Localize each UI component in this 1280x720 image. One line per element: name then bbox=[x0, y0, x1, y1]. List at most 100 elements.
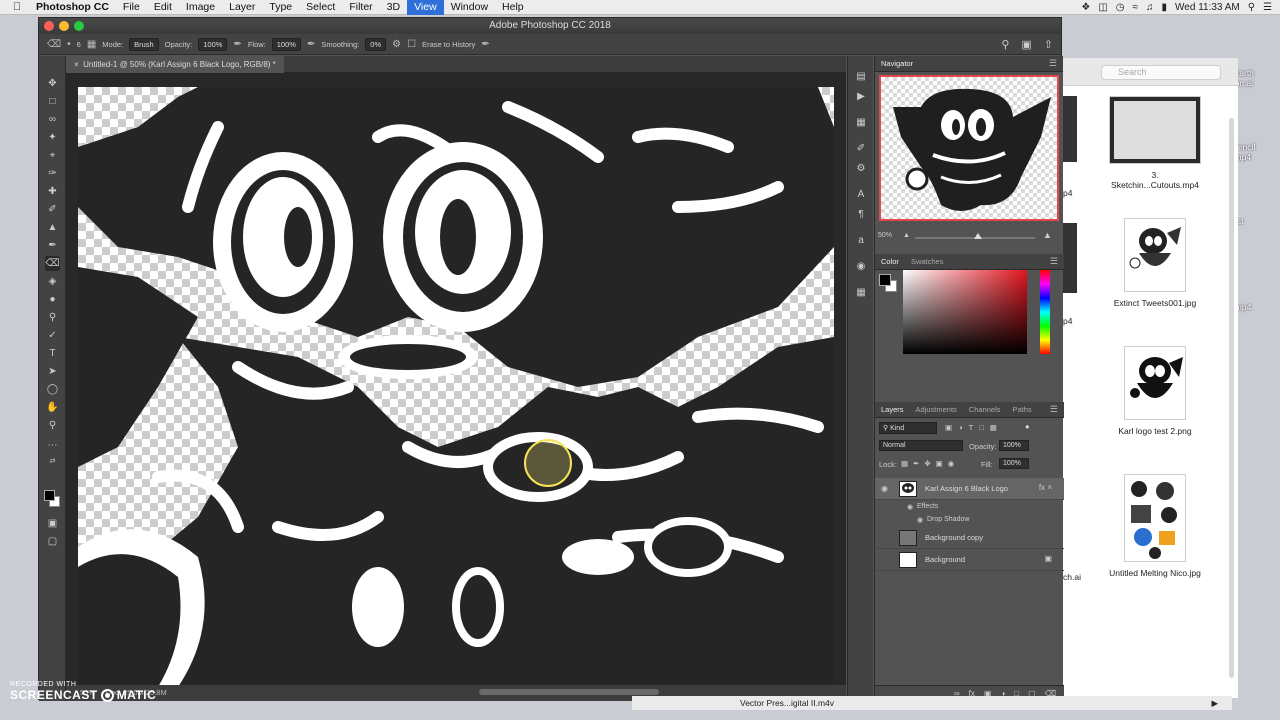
fill-input[interactable]: 100% bbox=[999, 458, 1029, 469]
eye-icon[interactable]: ◉ bbox=[881, 484, 888, 493]
history-panel-icon[interactable]: ▤ bbox=[854, 70, 868, 84]
menu-window[interactable]: Window bbox=[444, 1, 495, 13]
paragraph-panel-icon[interactable]: ¶ bbox=[854, 208, 868, 222]
menu-type[interactable]: Type bbox=[262, 1, 299, 13]
lock-icon[interactable]: ▣ bbox=[1044, 554, 1052, 563]
horizontal-scrollbar[interactable] bbox=[479, 689, 659, 695]
smoothing-settings-icon[interactable]: ⚙ bbox=[392, 39, 401, 50]
finder-scrollbar[interactable] bbox=[1229, 118, 1234, 678]
paint-bucket-tool-icon[interactable]: ◈ bbox=[45, 274, 60, 289]
layer-row[interactable]: Background ▣ bbox=[875, 549, 1064, 571]
eyedropper-tool-icon[interactable]: ✑ bbox=[45, 166, 60, 181]
pressure-opacity-icon[interactable]: ✒ bbox=[233, 39, 241, 50]
navigator-zoom[interactable]: 50% bbox=[878, 232, 892, 239]
panel-menu-icon[interactable]: ☰ bbox=[1050, 256, 1058, 267]
menu-filter[interactable]: Filter bbox=[342, 1, 379, 13]
pen-tool-icon[interactable]: ✓ bbox=[45, 328, 60, 343]
notification-icon[interactable]: ☰ bbox=[1263, 2, 1272, 13]
file-partial-1[interactable]: p4 bbox=[1063, 188, 1072, 198]
type-tool-icon[interactable]: T bbox=[45, 346, 60, 361]
ellipse-tool-icon[interactable]: ◯ bbox=[45, 382, 60, 397]
opacity-input[interactable]: 100% bbox=[198, 37, 228, 51]
eraser-tool-icon[interactable]: ⌫ bbox=[47, 39, 61, 50]
actions-panel-icon[interactable]: ▶ bbox=[854, 90, 868, 104]
document-tab[interactable]: × Untitled-1 @ 50% (Karl Assign 6 Black … bbox=[66, 56, 284, 73]
hand-tool-icon[interactable]: ✋ bbox=[45, 400, 60, 415]
flow-input[interactable]: 100% bbox=[271, 37, 301, 51]
file-item[interactable]: Karl logo test 2.png bbox=[1109, 346, 1201, 436]
navigator-preview[interactable] bbox=[879, 75, 1059, 221]
erase-history-checkbox[interactable]: ☐ bbox=[407, 39, 416, 50]
airbrush-icon[interactable]: ✒ bbox=[307, 39, 315, 50]
mode-select[interactable]: Brush bbox=[129, 37, 159, 51]
zoom-icon[interactable] bbox=[74, 21, 84, 31]
tab-adjustments[interactable]: Adjustments bbox=[916, 405, 957, 414]
zoom-in-icon[interactable]: ▲ bbox=[1043, 230, 1052, 240]
search-icon[interactable]: ⚲ bbox=[1001, 38, 1009, 51]
crop-tool-icon[interactable]: ⌖ bbox=[45, 148, 60, 163]
menu-layer[interactable]: Layer bbox=[222, 1, 262, 13]
tab-navigator[interactable]: Navigator bbox=[881, 59, 913, 68]
panel-menu-icon[interactable]: ☰ bbox=[1049, 58, 1057, 69]
wifi-icon[interactable]: ≈ bbox=[1133, 2, 1139, 13]
layer-name[interactable]: Karl Assign 6 Black Logo bbox=[925, 484, 1008, 493]
lasso-tool-icon[interactable]: ∞ bbox=[45, 112, 60, 127]
layer-opacity-input[interactable]: 100% bbox=[999, 440, 1029, 451]
brush-tool-icon[interactable]: ✐ bbox=[45, 202, 60, 217]
menu-file[interactable]: File bbox=[116, 1, 147, 13]
marquee-tool-icon[interactable]: □ bbox=[45, 94, 60, 109]
glyphs-panel-icon[interactable]: a bbox=[854, 234, 868, 248]
quick-mask-icon[interactable]: ▣ bbox=[45, 516, 60, 531]
menu-image[interactable]: Image bbox=[179, 1, 222, 13]
close-icon[interactable] bbox=[44, 21, 54, 31]
filter-icons[interactable]: ▣◑T□▦ bbox=[945, 423, 1003, 432]
tab-close-icon[interactable]: × bbox=[74, 60, 79, 69]
dropbox-icon[interactable]: ❖ bbox=[1081, 2, 1090, 13]
dock-file-name[interactable]: Vector Pres...igital II.m4v bbox=[740, 698, 834, 708]
tab-color[interactable]: Color bbox=[881, 257, 899, 266]
color-foreground-swatch[interactable] bbox=[879, 274, 891, 286]
tab-layers[interactable]: Layers bbox=[881, 405, 904, 414]
layer-name[interactable]: Background copy bbox=[925, 533, 983, 542]
file-item[interactable]: 3. Sketchin...Cutouts.mp4 bbox=[1109, 96, 1201, 190]
magic-wand-tool-icon[interactable]: ✦ bbox=[45, 130, 60, 145]
zoom-tool-icon[interactable]: ⚲ bbox=[45, 418, 60, 433]
layer-row[interactable]: Background copy bbox=[875, 527, 1064, 549]
volume-icon[interactable]: ♫ bbox=[1146, 2, 1154, 13]
pressure-size-icon[interactable]: ✒ bbox=[481, 39, 489, 50]
finder-search-input[interactable]: Search bbox=[1101, 65, 1221, 80]
character-panel-icon[interactable]: A bbox=[854, 188, 868, 202]
navigator-slider-knob[interactable] bbox=[974, 233, 982, 239]
menu-select[interactable]: Select bbox=[299, 1, 342, 13]
file-partial-2[interactable]: p4 bbox=[1063, 316, 1072, 326]
panel-menu-icon[interactable]: ☰ bbox=[1050, 404, 1058, 415]
smoothing-input[interactable]: 0% bbox=[365, 37, 387, 51]
menu-help[interactable]: Help bbox=[495, 1, 531, 13]
blur-tool-icon[interactable]: ● bbox=[45, 292, 60, 307]
hue-slider[interactable] bbox=[1040, 270, 1050, 354]
workspace-icon[interactable]: ▣ bbox=[1021, 38, 1031, 51]
minimize-icon[interactable] bbox=[59, 21, 69, 31]
kind-filter-select[interactable]: ⚲ Kind bbox=[879, 422, 937, 434]
eraser-tool-icon[interactable]: ⌫ bbox=[45, 256, 60, 271]
stamp-tool-icon[interactable]: ▲ bbox=[45, 220, 60, 235]
path-selection-tool-icon[interactable]: ➤ bbox=[45, 364, 60, 379]
layer-name[interactable]: Background bbox=[925, 555, 965, 564]
menu-app[interactable]: Photoshop CC bbox=[34, 1, 116, 13]
menu-view[interactable]: View bbox=[407, 0, 444, 15]
clock-text[interactable]: Wed 11:33 AM bbox=[1175, 2, 1240, 13]
screen-mode-icon[interactable]: ▢ bbox=[45, 534, 60, 549]
move-tool-icon[interactable]: ✥ bbox=[45, 76, 60, 91]
swap-colors-icon[interactable]: ⇄ bbox=[45, 454, 60, 469]
effects-row[interactable]: ◉ Effects bbox=[875, 501, 1064, 513]
color-spectrum-field[interactable] bbox=[903, 270, 1027, 354]
timemachine-icon[interactable]: ◷ bbox=[1116, 2, 1125, 13]
tab-channels[interactable]: Channels bbox=[969, 405, 1001, 414]
healing-tool-icon[interactable]: ✚ bbox=[45, 184, 60, 199]
shield-icon[interactable]: ◫ bbox=[1098, 2, 1107, 13]
spotlight-icon[interactable]: ⚲ bbox=[1248, 2, 1255, 13]
brush-settings-icon[interactable]: ✐ bbox=[854, 142, 868, 156]
drop-shadow-row[interactable]: ◉ Drop Shadow bbox=[875, 514, 1064, 526]
filter-toggle-icon[interactable]: ● bbox=[1025, 422, 1030, 431]
properties-icon[interactable]: ▦ bbox=[854, 286, 868, 300]
